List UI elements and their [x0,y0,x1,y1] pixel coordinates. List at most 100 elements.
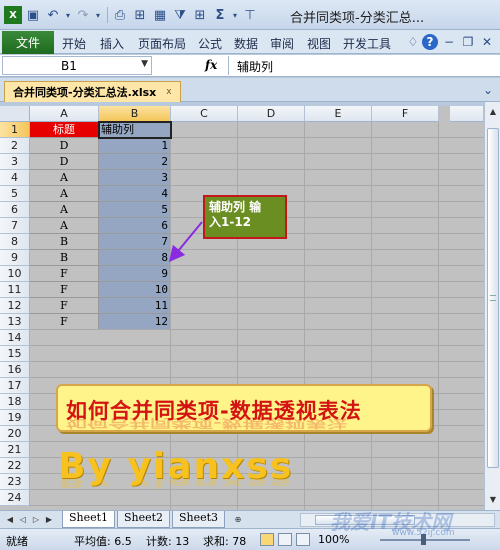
page-break-view-button[interactable] [296,533,310,546]
cell-b[interactable]: 10 [99,282,171,298]
cell-b[interactable]: 6 [99,218,171,234]
sheet-tab-1[interactable]: Sheet1 [62,511,116,528]
tab-developer[interactable]: 开发工具 [343,35,391,52]
calendar-icon[interactable]: ▦ [151,6,169,24]
page-layout-view-button[interactable] [278,533,292,546]
row-header[interactable]: 4 [0,170,30,186]
column-header-f[interactable]: F [372,106,439,122]
workbook-tab[interactable]: 合并同类项-分类汇总法.xlsx x [4,81,181,102]
cell-b[interactable]: 3 [99,170,171,186]
vertical-scrollbar[interactable]: ▲ ▼ [484,102,500,510]
column-header-e[interactable]: E [305,106,372,122]
row-header[interactable]: 24 [0,490,30,506]
first-sheet-icon[interactable]: ◀ [4,513,16,525]
sheet-tab-2[interactable]: Sheet2 [117,511,171,528]
save-icon[interactable]: ▣ [24,6,42,24]
row-header[interactable]: 22 [0,458,30,474]
cell-b1[interactable]: 辅助列 [99,122,171,138]
row-header[interactable]: 5 [0,186,30,202]
redo-icon[interactable]: ↷ [74,6,92,24]
row-header[interactable]: 23 [0,474,30,490]
row-header[interactable]: 9 [0,250,30,266]
row-header[interactable]: 16 [0,362,30,378]
minimize-ribbon-icon[interactable]: ♢ [405,34,421,50]
row-header[interactable]: 2 [0,138,30,154]
cell-a[interactable]: F [30,298,99,314]
cell-b[interactable]: 8 [99,250,171,266]
next-sheet-icon[interactable]: ▷ [30,513,42,525]
cell-b[interactable]: 1 [99,138,171,154]
name-box[interactable]: B1 ▼ [2,56,152,75]
cell-b[interactable]: 11 [99,298,171,314]
tab-page-layout[interactable]: 页面布局 [138,35,186,52]
tab-view[interactable]: 视图 [307,35,331,52]
expand-icon[interactable]: ⌄ [480,82,496,98]
row-header[interactable]: 18 [0,394,30,410]
cell-a[interactable]: D [30,154,99,170]
cell-b[interactable]: 4 [99,186,171,202]
filter-icon[interactable]: ⧩ [171,6,189,24]
select-all-corner[interactable] [0,106,30,122]
row-header[interactable]: 20 [0,426,30,442]
dropdown-icon[interactable]: ▾ [231,6,239,24]
insert-sheet-icon[interactable]: ⊕ [230,513,246,525]
row-header[interactable]: 12 [0,298,30,314]
customize-toolbar-icon[interactable]: ⊤ [241,6,259,24]
row-header[interactable]: 15 [0,346,30,362]
row-header[interactable]: 7 [0,218,30,234]
vertical-scroll-thumb[interactable] [487,128,499,468]
formula-input[interactable]: 辅助列 [228,56,498,75]
scroll-up-icon[interactable]: ▲ [486,104,500,118]
column-header-a[interactable]: A [30,106,99,122]
scroll-down-icon[interactable]: ▼ [486,492,500,506]
row-header[interactable]: 13 [0,314,30,330]
close-icon[interactable]: x [166,87,171,97]
undo-icon[interactable]: ↶ [44,6,62,24]
row-header[interactable]: 17 [0,378,30,394]
cell-b[interactable]: 9 [99,266,171,282]
cell-a[interactable]: A [30,202,99,218]
cell-b[interactable]: 12 [99,314,171,330]
tab-formulas[interactable]: 公式 [198,35,222,52]
format-painter-icon[interactable]: ⊞ [131,6,149,24]
cell-a[interactable]: B [30,250,99,266]
cell-a[interactable]: A [30,186,99,202]
column-header-c[interactable]: C [171,106,238,122]
insert-function-icon[interactable]: fx [205,58,217,72]
row-header[interactable]: 19 [0,410,30,426]
row-header[interactable]: 8 [0,234,30,250]
row-header[interactable]: 1 [0,122,30,138]
row-header[interactable]: 11 [0,282,30,298]
chevron-down-icon[interactable]: ▼ [141,59,148,69]
normal-view-button[interactable] [260,533,274,546]
cell-a[interactable]: B [30,234,99,250]
prev-sheet-icon[interactable]: ◁ [17,513,29,525]
help-icon[interactable]: ? [422,34,438,50]
borders-icon[interactable]: ⊞ [191,6,209,24]
last-sheet-icon[interactable]: ▶ [43,513,55,525]
print-preview-icon[interactable]: ⎙ [111,6,129,24]
cell-a1[interactable]: 标题 [30,122,99,138]
cell-a[interactable]: F [30,282,99,298]
close-window-icon[interactable]: ✕ [479,34,495,50]
tab-insert[interactable]: 插入 [100,35,124,52]
row-header[interactable]: 21 [0,442,30,458]
cell-b[interactable]: 7 [99,234,171,250]
tab-home[interactable]: 开始 [62,35,86,52]
minimize-window-icon[interactable]: − [441,34,457,50]
cell-a[interactable]: F [30,314,99,330]
tab-review[interactable]: 审阅 [270,35,294,52]
row-header[interactable]: 6 [0,202,30,218]
cell-a[interactable]: A [30,170,99,186]
excel-app-icon[interactable]: X [4,6,22,24]
cell-a[interactable]: A [30,218,99,234]
row-header[interactable]: 3 [0,154,30,170]
tab-data[interactable]: 数据 [234,35,258,52]
autosum-icon[interactable]: Σ [211,6,229,24]
row-header[interactable]: 10 [0,266,30,282]
dropdown-icon[interactable]: ▾ [64,6,72,24]
column-header-d[interactable]: D [238,106,305,122]
row-header[interactable]: 14 [0,330,30,346]
restore-window-icon[interactable]: ❐ [460,34,476,50]
sheet-tab-3[interactable]: Sheet3 [172,511,226,528]
